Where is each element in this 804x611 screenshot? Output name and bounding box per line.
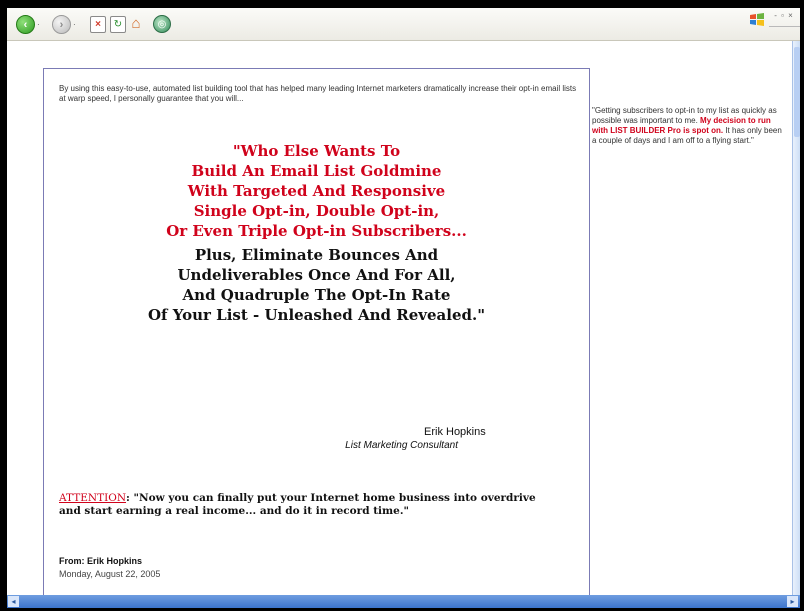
stop-icon[interactable]: × <box>90 16 106 33</box>
headline-black-line: Plus, Eliminate Bounces And <box>194 246 439 264</box>
headline-red-line: With Targeted And Responsive <box>187 182 446 200</box>
media-icon[interactable]: ◎ <box>153 15 171 33</box>
signature-title: List Marketing Consultant <box>345 440 458 451</box>
headline-red-line: "Who Else Wants To <box>232 142 401 160</box>
attention-text: : "Now you can finally put your Internet… <box>59 492 536 517</box>
attention-label: ATTENTION <box>59 492 127 504</box>
letter-date: Monday, August 22, 2005 <box>59 569 161 579</box>
back-arrow-icon[interactable]: ‹ <box>16 15 35 34</box>
scroll-left-icon[interactable]: ◂ <box>8 596 19 607</box>
sales-letter-panel: By using this easy-to-use, automated lis… <box>43 68 590 608</box>
from-label: From: Erik Hopkins <box>59 556 143 566</box>
intro-paragraph: By using this easy-to-use, automated lis… <box>59 84 577 103</box>
forward-dropdown-icon[interactable]: · <box>73 20 76 29</box>
vertical-scroll-thumb[interactable] <box>794 47 800 137</box>
refresh-icon[interactable]: ↻ <box>110 16 126 33</box>
headline-red: "Who Else Wants To Build An Email List G… <box>44 141 589 241</box>
headline-red-line: Or Even Triple Opt-in Subscribers... <box>166 222 467 240</box>
headline-red-line: Build An Email List Goldmine <box>191 162 442 180</box>
testimonial-quote: "Getting subscribers to opt-in to my lis… <box>592 106 788 146</box>
attention-paragraph: ATTENTION: "Now you can finally put your… <box>59 492 559 518</box>
headline-black: Plus, Eliminate Bounces And Undeliverabl… <box>44 245 589 325</box>
horizontal-scrollbar[interactable]: ◂ ▸ <box>7 595 800 608</box>
page-content: By using this easy-to-use, automated lis… <box>7 41 792 608</box>
headline-black-line: Undeliverables Once And For All, <box>177 266 456 284</box>
window-controls[interactable]: - ▫ × <box>769 11 799 20</box>
headline-red-line: Single Opt-in, Double Opt-in, <box>193 202 440 220</box>
home-icon[interactable]: ⌂ <box>128 15 144 32</box>
windows-flag-icon <box>748 12 766 28</box>
vertical-scrollbar[interactable] <box>792 41 800 595</box>
headline-black-line: And Quadruple The Opt-In Rate <box>182 286 451 304</box>
toolbar-divider <box>769 26 800 27</box>
signature-name: Erik Hopkins <box>424 426 486 438</box>
back-dropdown-icon[interactable]: · <box>37 20 40 29</box>
browser-toolbar: ‹ · › · × ↻ ⌂ ◎ - ▫ × <box>7 8 800 41</box>
forward-arrow-icon[interactable]: › <box>52 15 71 34</box>
headline-black-line: Of Your List - Unleashed And Revealed." <box>147 306 486 324</box>
browser-window: ‹ · › · × ↻ ⌂ ◎ - ▫ × By using this easy… <box>7 8 800 608</box>
scroll-right-icon[interactable]: ▸ <box>787 596 798 607</box>
